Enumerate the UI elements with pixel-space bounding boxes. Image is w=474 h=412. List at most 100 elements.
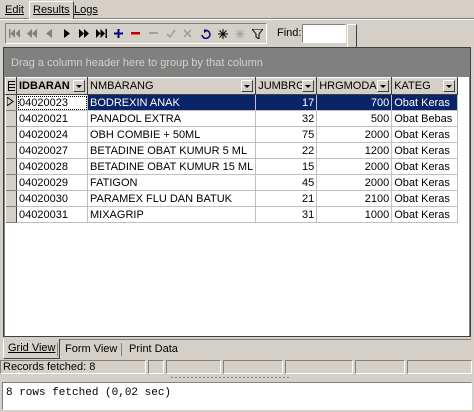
row-indicator[interactable] bbox=[5, 206, 17, 223]
table-row[interactable]: 04020021 PANADOL EXTRA 32 500 Obat Bebas bbox=[5, 110, 459, 127]
table-row[interactable]: 04020023 BODREXIN ANAK 17 700 Obat Keras bbox=[5, 94, 459, 111]
table-cell[interactable]: PANADOL EXTRA bbox=[87, 110, 257, 127]
chevron-down-icon[interactable] bbox=[443, 80, 456, 92]
status-panel bbox=[355, 360, 405, 374]
table-row[interactable]: 04020030 PARAMEX FLU DAN BATUK 21 2100 Obat … bbox=[5, 190, 459, 207]
tab-results[interactable]: Results bbox=[29, 1, 74, 20]
chevron-down-icon[interactable] bbox=[73, 80, 85, 92]
row-indicator[interactable] bbox=[5, 142, 17, 159]
find-input[interactable] bbox=[302, 24, 346, 43]
row-indicator[interactable] bbox=[5, 174, 17, 191]
table-row[interactable]: 04020031 MIXAGRIP 31 1000 Obat Keras bbox=[5, 206, 459, 223]
column-header-jumbrg[interactable]: JUMBRG bbox=[255, 77, 318, 95]
navigator-bar bbox=[5, 23, 267, 44]
column-header-hrgmodal[interactable]: HRGMODAL bbox=[316, 77, 393, 95]
table-cell[interactable]: Obat Keras bbox=[391, 158, 459, 175]
table-cell[interactable]: 04020023 bbox=[16, 94, 88, 111]
data-grid: Drag a column header here to group by th… bbox=[3, 47, 471, 337]
table-cell[interactable]: Obat Keras bbox=[391, 126, 459, 143]
post-icon[interactable] bbox=[162, 24, 179, 43]
table-cell[interactable]: 32 bbox=[255, 110, 318, 127]
edit-icon[interactable] bbox=[145, 24, 162, 43]
column-header-label: HRGMODAL bbox=[319, 80, 383, 92]
column-header-idbaran[interactable]: IDBARAN bbox=[16, 77, 88, 95]
chevron-down-icon[interactable] bbox=[302, 80, 315, 92]
table-cell[interactable]: 04020030 bbox=[16, 190, 88, 207]
table-row[interactable]: 04020024 OBH COMBIE + 50ML 75 2000 Obat Kera… bbox=[5, 126, 459, 143]
table-cell[interactable]: 2000 bbox=[316, 126, 393, 143]
table-cell[interactable]: 500 bbox=[316, 110, 393, 127]
tab-edit-label: Edit bbox=[5, 4, 24, 16]
table-cell[interactable]: 2000 bbox=[316, 158, 393, 175]
table-cell[interactable]: 04020024 bbox=[16, 126, 88, 143]
table-cell[interactable]: 700 bbox=[316, 94, 393, 111]
row-indicator[interactable] bbox=[5, 126, 17, 143]
clear-filter-icon[interactable] bbox=[231, 24, 248, 43]
tab-edit[interactable]: Edit bbox=[2, 2, 27, 19]
splitter-handle[interactable] bbox=[0, 375, 474, 381]
refresh-icon[interactable] bbox=[197, 24, 214, 43]
next-page-icon[interactable] bbox=[75, 24, 92, 43]
table-cell[interactable]: PARAMEX FLU DAN BATUK bbox=[87, 190, 257, 207]
records-fetched-status: Records fetched: 8 bbox=[0, 360, 146, 374]
row-indicator-header[interactable] bbox=[5, 77, 17, 95]
column-header-kateg[interactable]: KATEG bbox=[391, 77, 459, 95]
grid-body: IDBARAN NMBARANG JUMBRG HRGMODAL KATEG 0… bbox=[5, 77, 469, 336]
table-cell[interactable]: MIXAGRIP bbox=[87, 206, 257, 223]
next-icon[interactable] bbox=[58, 24, 75, 43]
grid-rows: 04020023 BODREXIN ANAK 17 700 Obat Keras 0402… bbox=[5, 94, 459, 223]
table-cell[interactable]: 04020027 bbox=[16, 142, 88, 159]
table-cell[interactable]: 2000 bbox=[316, 174, 393, 191]
table-cell[interactable]: BODREXIN ANAK bbox=[87, 94, 257, 111]
tab-grid-view[interactable]: Grid View bbox=[3, 339, 61, 359]
chevron-down-icon[interactable] bbox=[241, 80, 254, 92]
insert-icon[interactable] bbox=[110, 24, 127, 43]
table-cell[interactable]: 04020029 bbox=[16, 174, 88, 191]
table-cell[interactable]: Obat Keras bbox=[391, 174, 459, 191]
cancel-icon[interactable] bbox=[179, 24, 196, 43]
table-cell[interactable]: BETADINE OBAT KUMUR 5 ML bbox=[87, 142, 257, 159]
table-cell[interactable]: 15 bbox=[255, 158, 318, 175]
table-cell[interactable]: OBH COMBIE + 50ML bbox=[87, 126, 257, 143]
tab-results-label: Results bbox=[33, 4, 70, 16]
table-row[interactable]: 04020028 BETADINE OBAT KUMUR 15 ML 15 2000 O… bbox=[5, 158, 459, 175]
table-cell[interactable]: 17 bbox=[255, 94, 318, 111]
column-header-nmbarang[interactable]: NMBARANG bbox=[86, 77, 257, 95]
chevron-down-icon[interactable] bbox=[377, 80, 390, 92]
table-cell[interactable]: 75 bbox=[255, 126, 318, 143]
table-cell[interactable]: 22 bbox=[255, 142, 318, 159]
table-cell[interactable]: 31 bbox=[255, 206, 318, 223]
row-indicator[interactable] bbox=[5, 94, 17, 111]
group-by-panel[interactable]: Drag a column header here to group by th… bbox=[4, 48, 470, 76]
table-cell[interactable]: 04020028 bbox=[16, 158, 88, 175]
table-cell[interactable]: 1200 bbox=[316, 142, 393, 159]
table-cell[interactable]: BETADINE OBAT KUMUR 15 ML bbox=[87, 158, 257, 175]
table-cell[interactable]: 04020031 bbox=[16, 206, 88, 223]
table-cell[interactable]: 2100 bbox=[316, 190, 393, 207]
table-cell[interactable]: Obat Keras bbox=[391, 206, 459, 223]
tab-print-data[interactable]: Print Data bbox=[125, 340, 182, 358]
prior-page-icon[interactable] bbox=[23, 24, 40, 43]
table-cell[interactable]: FATIGON bbox=[87, 174, 257, 191]
row-indicator[interactable] bbox=[5, 158, 17, 175]
table-cell[interactable]: Obat Keras bbox=[391, 190, 459, 207]
table-row[interactable]: 04020027 BETADINE OBAT KUMUR 5 ML 22 1200 Ob… bbox=[5, 142, 459, 159]
last-icon[interactable] bbox=[93, 24, 110, 43]
filter-icon[interactable] bbox=[249, 24, 266, 43]
table-cell[interactable]: 04020021 bbox=[16, 110, 88, 127]
table-cell[interactable]: 1000 bbox=[316, 206, 393, 223]
prior-icon[interactable] bbox=[41, 24, 58, 43]
row-indicator[interactable] bbox=[5, 110, 17, 127]
table-cell[interactable]: Obat Keras bbox=[391, 94, 459, 111]
table-row[interactable]: 04020029 FATIGON 45 2000 Obat Keras bbox=[5, 174, 459, 191]
row-indicator[interactable] bbox=[5, 190, 17, 207]
table-cell[interactable]: Obat Keras bbox=[391, 142, 459, 159]
snowflake-icon[interactable] bbox=[214, 24, 231, 43]
first-icon[interactable] bbox=[6, 24, 23, 43]
table-cell[interactable]: Obat Bebas bbox=[391, 110, 459, 127]
delete-icon[interactable] bbox=[127, 24, 144, 43]
tab-form-view[interactable]: Form View bbox=[61, 340, 121, 358]
table-cell[interactable]: 45 bbox=[255, 174, 318, 191]
tab-logs[interactable]: Logs bbox=[71, 2, 101, 19]
table-cell[interactable]: 21 bbox=[255, 190, 318, 207]
